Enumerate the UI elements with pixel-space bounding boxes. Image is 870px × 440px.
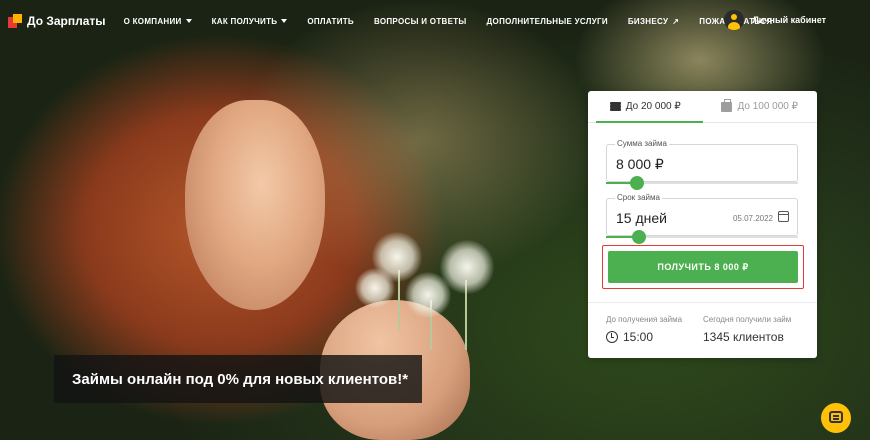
loan-term-slider-handle[interactable] — [632, 230, 646, 244]
clients-today-value: 1345 клиентов — [703, 330, 784, 344]
nav-item-business[interactable]: БИЗНЕСУ ↗ — [628, 17, 679, 26]
chevron-down-icon — [281, 19, 288, 23]
loan-term-value: 15 дней — [616, 210, 667, 226]
clients-today-label: Сегодня получили займ — [703, 315, 792, 324]
nav-item-faq[interactable]: ВОПРОСЫ И ОТВЕТЫ — [374, 17, 467, 26]
clock-icon — [606, 331, 618, 343]
calendar-icon[interactable] — [778, 211, 789, 222]
nav-label: ОПЛАТИТЬ — [307, 16, 354, 26]
clients-today-info: Сегодня получили займ 1345 клиентов — [703, 315, 791, 344]
logo-text: До Зарплаты — [27, 14, 106, 28]
get-loan-button[interactable]: ПОЛУЧИТЬ 8 000 ₽ — [608, 251, 798, 283]
dandelion — [355, 268, 395, 308]
tab-up-to-100000[interactable]: До 100 000 ₽ — [703, 91, 818, 122]
loan-term-label: Срок займа — [615, 193, 662, 202]
nav-item-how-to-get[interactable]: КАК ПОЛУЧИТЬ — [212, 17, 288, 26]
hero-person-face — [185, 100, 325, 310]
promo-banner: Займы онлайн под 0% для новых клиентов!* — [54, 355, 422, 403]
nav-label: КАК ПОЛУЧИТЬ — [211, 16, 278, 26]
user-icon — [724, 10, 745, 30]
nav-label: ВОПРОСЫ И ОТВЕТЫ — [373, 16, 467, 26]
dandelion — [440, 240, 494, 294]
pickup-time-value-row: 15:00 — [606, 330, 682, 344]
brand-logo[interactable]: До Зарплаты — [8, 14, 106, 28]
chat-button[interactable] — [821, 403, 851, 433]
nav-label: ДОПОЛНИТЕЛЬНЫЕ УСЛУГИ — [486, 16, 608, 26]
account-label: Личный кабинет — [752, 15, 826, 25]
coins-icon — [609, 102, 621, 111]
chat-icon — [829, 411, 843, 423]
pickup-time-value: 15:00 — [623, 330, 654, 344]
tab-label: До 100 000 ₽ — [737, 101, 798, 112]
loan-amount-value: 8 000 ₽ — [616, 156, 664, 172]
pickup-time-label: До получения займа — [606, 315, 683, 324]
nav-label: БИЗНЕСУ — [627, 16, 669, 26]
card-divider — [588, 302, 817, 303]
pickup-time-info: До получения займа 15:00 — [606, 315, 682, 344]
tab-label: До 20 000 ₽ — [625, 101, 681, 112]
loan-amount-slider-handle[interactable] — [630, 176, 644, 190]
briefcase-icon — [721, 98, 733, 112]
top-navigation: До Зарплаты О КОМПАНИИ КАК ПОЛУЧИТЬ ОПЛА… — [0, 0, 870, 42]
external-link-icon: ↗ — [672, 16, 680, 26]
loan-amount-tabs: До 20 000 ₽ До 100 000 ₽ — [588, 91, 817, 123]
tab-up-to-20000[interactable]: До 20 000 ₽ — [588, 91, 703, 123]
nav-item-about[interactable]: О КОМПАНИИ — [124, 17, 192, 26]
chevron-down-icon — [185, 19, 192, 23]
personal-account-link[interactable]: Личный кабинет — [724, 10, 826, 30]
nav-item-extra-services[interactable]: ДОПОЛНИТЕЛЬНЫЕ УСЛУГИ — [487, 17, 608, 26]
loan-term-slider[interactable] — [606, 230, 798, 244]
loan-calculator-card: До 20 000 ₽ До 100 000 ₽ Сумма займа 8 0… — [588, 91, 817, 358]
loan-amount-slider[interactable] — [606, 176, 798, 190]
loan-return-date: 05.07.2022 — [732, 214, 773, 223]
nav-label: О КОМПАНИИ — [123, 16, 182, 26]
loan-amount-label: Сумма займа — [615, 139, 669, 148]
main-menu: О КОМПАНИИ КАК ПОЛУЧИТЬ ОПЛАТИТЬ ВОПРОСЫ… — [124, 17, 773, 26]
logo-icon — [8, 14, 22, 28]
nav-item-pay[interactable]: ОПЛАТИТЬ — [307, 17, 354, 26]
promo-text: Займы онлайн под 0% для новых клиентов!* — [72, 370, 409, 388]
